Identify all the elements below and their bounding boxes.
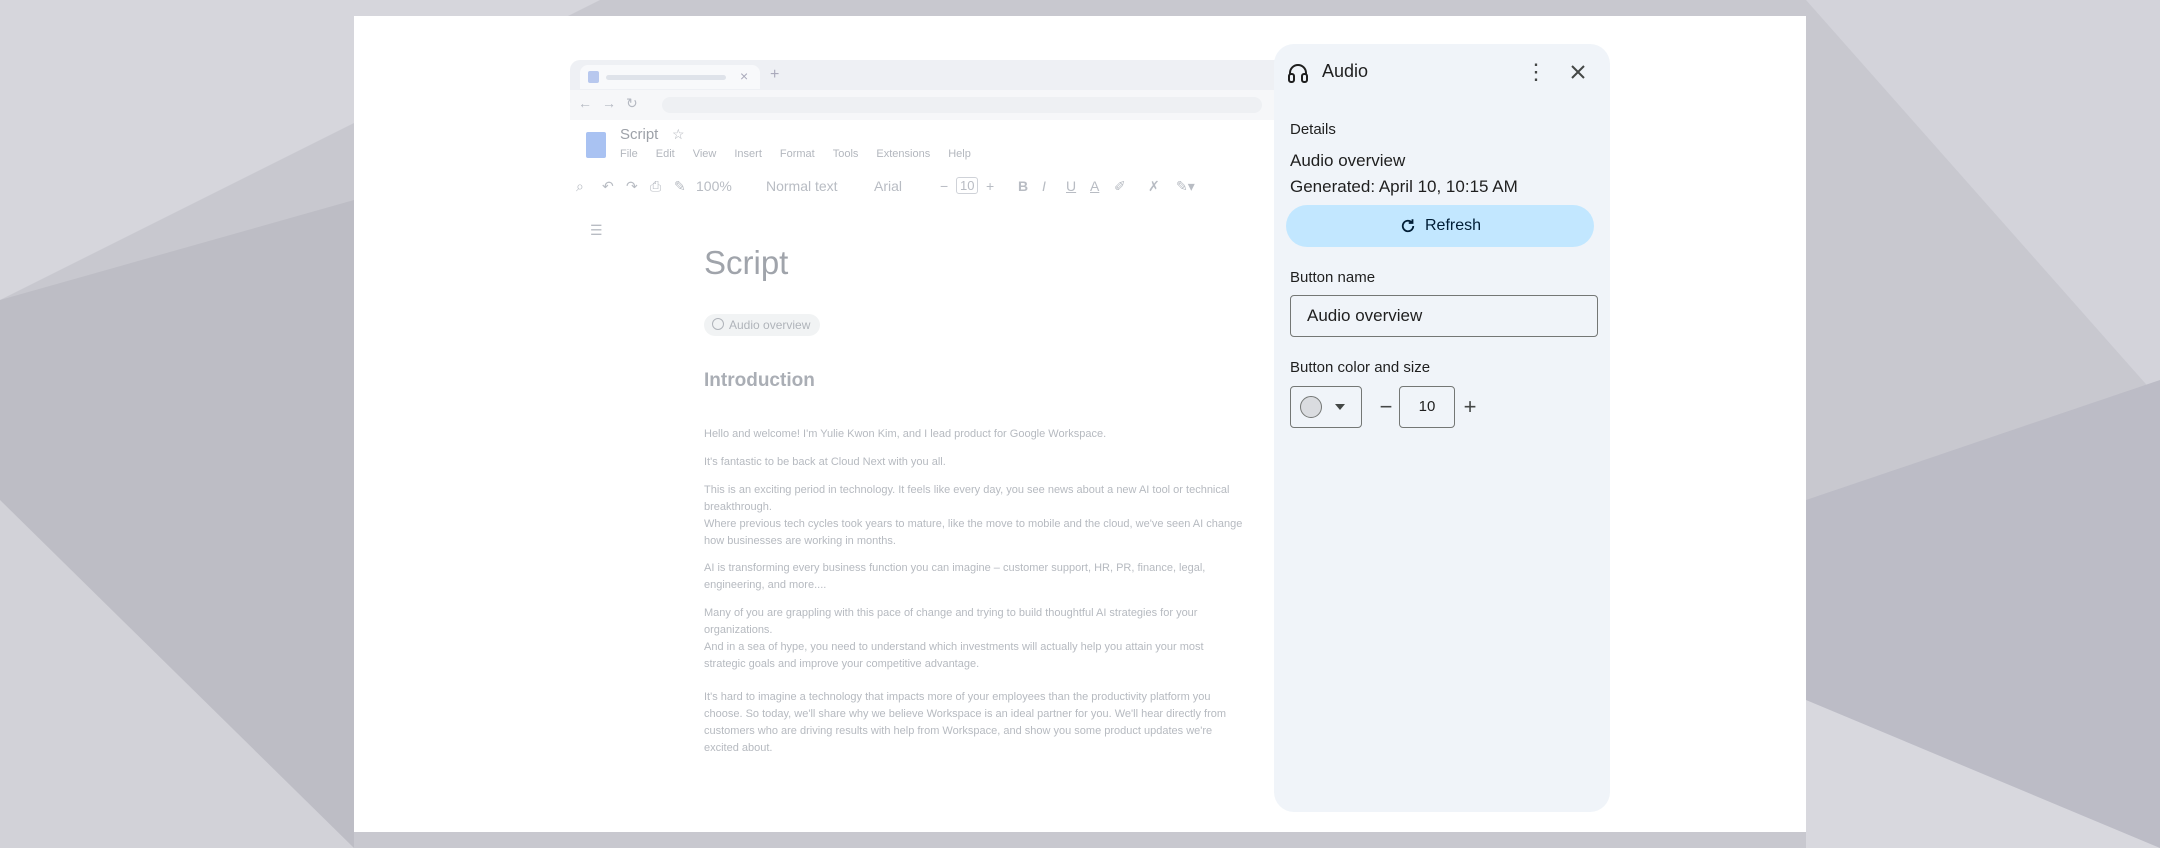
dropdown-caret-icon bbox=[1335, 404, 1345, 410]
doc-paragraph: It's fantastic to be back at Cloud Next … bbox=[704, 456, 946, 468]
clear-format-icon[interactable]: ✗ bbox=[1148, 178, 1160, 195]
refresh-icon bbox=[1401, 219, 1415, 233]
menu-help[interactable]: Help bbox=[948, 148, 971, 160]
play-icon bbox=[712, 318, 724, 330]
search-icon[interactable]: ⌕ bbox=[576, 178, 584, 195]
print-icon[interactable]: ⎙ bbox=[650, 178, 661, 195]
doc-paragraph: Hello and welcome! I'm Yulie Kwon Kim, a… bbox=[704, 428, 1107, 440]
tab-title-placeholder bbox=[606, 75, 726, 80]
docs-logo-icon bbox=[586, 132, 606, 158]
menu-tools[interactable]: Tools bbox=[833, 148, 859, 160]
font-size-field[interactable]: 10 bbox=[956, 177, 979, 194]
menu-extensions[interactable]: Extensions bbox=[876, 148, 930, 160]
menu-insert[interactable]: Insert bbox=[734, 148, 762, 160]
outline-icon[interactable]: ☰ bbox=[590, 222, 603, 239]
highlight-icon[interactable]: ✐ bbox=[1114, 178, 1126, 195]
font-size-decrease-icon[interactable]: − bbox=[940, 178, 948, 194]
star-icon[interactable]: ☆ bbox=[672, 126, 685, 143]
menu-file[interactable]: File bbox=[620, 148, 638, 160]
italic-icon[interactable]: I bbox=[1042, 178, 1046, 194]
generated-timestamp: Generated: April 10, 10:15 AM bbox=[1290, 177, 1518, 196]
font-size-increase-icon[interactable]: + bbox=[986, 178, 994, 194]
font-select[interactable]: Arial bbox=[874, 178, 902, 194]
button-name-label: Button name bbox=[1290, 269, 1376, 286]
menu-format[interactable]: Format bbox=[780, 148, 815, 160]
tab-close-icon[interactable]: × bbox=[740, 68, 748, 84]
docs-favicon-icon bbox=[588, 71, 599, 83]
refresh-button[interactable]: Refresh bbox=[1286, 205, 1594, 247]
doc-paragraph: It's hard to imagine a technology that i… bbox=[704, 691, 1227, 754]
doc-heading: Script bbox=[704, 244, 789, 281]
panel-title: Audio bbox=[1322, 61, 1369, 81]
button-color-select[interactable] bbox=[1290, 386, 1362, 428]
headphones-icon bbox=[1288, 64, 1308, 83]
style-select[interactable]: Normal text bbox=[766, 178, 838, 194]
undo-icon[interactable]: ↶ bbox=[602, 178, 614, 195]
paint-format-icon[interactable]: ✎ bbox=[674, 178, 686, 195]
button-size-field[interactable]: 10 bbox=[1399, 386, 1455, 428]
browser-tab[interactable]: × bbox=[580, 65, 760, 89]
close-icon[interactable] bbox=[1564, 58, 1592, 86]
button-color-size-label: Button color and size bbox=[1290, 359, 1431, 376]
forward-icon[interactable]: → bbox=[602, 95, 616, 111]
new-tab-icon[interactable]: + bbox=[770, 66, 779, 84]
size-decrease-button[interactable]: − bbox=[1374, 386, 1398, 428]
audio-overview-chip[interactable]: Audio overview bbox=[704, 314, 821, 336]
docs-toolbar: ⌕ ↶ ↷ ⎙ ✎ 100% Normal text Arial − 10 + … bbox=[576, 174, 1276, 200]
section-heading: Introduction bbox=[704, 370, 815, 391]
back-icon[interactable]: ← bbox=[578, 95, 592, 111]
chip-label: Audio overview bbox=[729, 318, 811, 332]
reload-icon[interactable]: ↻ bbox=[626, 95, 638, 112]
docs-menubar: File Edit View Insert Format Tools Extensions H… bbox=[620, 148, 989, 160]
doc-paragraph: Many of you are grappling with this pace… bbox=[704, 607, 1204, 670]
text-color-icon[interactable]: A bbox=[1090, 178, 1099, 194]
button-name-input[interactable] bbox=[1290, 295, 1598, 337]
screenshot-card: × + ← → ↻ Script ☆ File Edit View Insert For… bbox=[354, 16, 1806, 832]
more-options-icon[interactable]: ⋮ bbox=[1522, 58, 1550, 86]
size-increase-button[interactable]: + bbox=[1458, 386, 1482, 428]
doc-title[interactable]: Script bbox=[620, 126, 658, 143]
redo-icon[interactable]: ↷ bbox=[626, 178, 638, 195]
underline-icon[interactable]: U bbox=[1066, 178, 1076, 194]
details-label: Details bbox=[1290, 121, 1336, 138]
editing-mode-icon[interactable]: ✎▾ bbox=[1176, 178, 1195, 195]
audio-side-panel: Audio ⋮ Details Audio overview Generated… bbox=[1274, 44, 1610, 812]
overview-name: Audio overview bbox=[1290, 151, 1406, 170]
bold-icon[interactable]: B bbox=[1018, 178, 1028, 194]
color-swatch bbox=[1300, 396, 1322, 418]
doc-paragraph: AI is transforming every business functi… bbox=[704, 562, 1206, 591]
menu-edit[interactable]: Edit bbox=[656, 148, 675, 160]
address-bar[interactable] bbox=[662, 97, 1262, 113]
menu-view[interactable]: View bbox=[693, 148, 717, 160]
zoom-select[interactable]: 100% bbox=[696, 178, 732, 194]
refresh-label: Refresh bbox=[1424, 217, 1482, 234]
doc-paragraph: This is an exciting period in technology… bbox=[704, 484, 1243, 547]
